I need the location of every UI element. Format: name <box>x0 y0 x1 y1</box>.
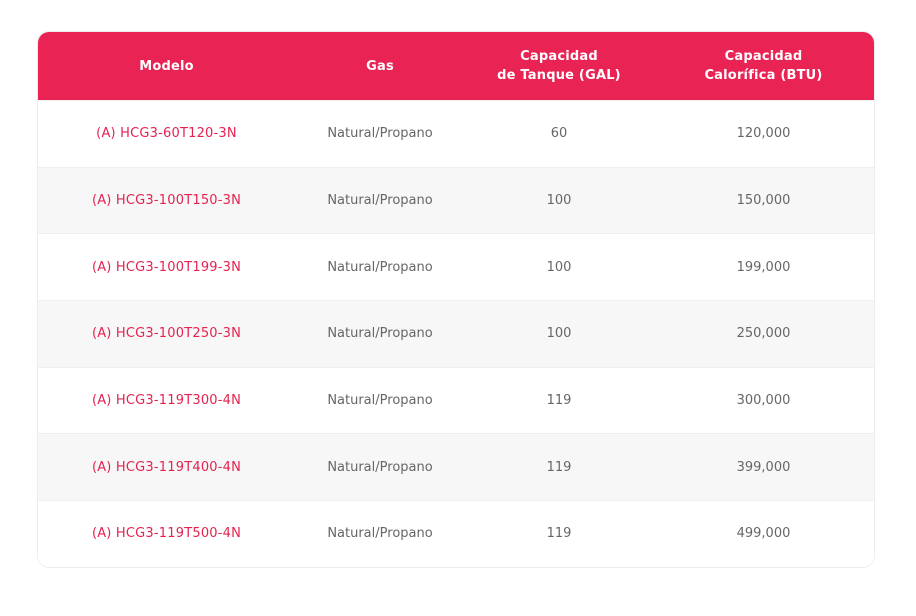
cell-gas: Natural/Propano <box>327 126 433 142</box>
cell-gas: Natural/Propano <box>327 526 433 542</box>
cell-modelo: (A) HCG3-119T300-4N <box>91 393 242 409</box>
table-row: (A) HCG3-119T300-4N Natural/Propano 119 … <box>38 366 874 434</box>
cell-gas: Natural/Propano <box>327 393 433 409</box>
cell-modelo: (A) HCG3-100T199-3N <box>91 259 242 275</box>
cell-gas: Natural/Propano <box>327 459 433 475</box>
table-row: (A) HCG3-100T150-3N Natural/Propano 100 … <box>38 166 874 234</box>
cell-btu: 499,000 <box>736 526 791 542</box>
cell-tanque: 119 <box>546 526 572 542</box>
table-row: (A) HCG3-100T199-3N Natural/Propano 100 … <box>38 233 874 301</box>
header-gas: Gas <box>366 58 394 74</box>
table-body: (A) HCG3-60T120-3N Natural/Propano 60 12… <box>38 100 874 567</box>
cell-btu: 399,000 <box>736 459 791 475</box>
cell-modelo: (A) HCG3-60T120-3N <box>96 126 237 142</box>
cell-btu: 150,000 <box>736 193 791 209</box>
cell-tanque: 119 <box>546 459 572 475</box>
cell-btu: 250,000 <box>736 326 791 342</box>
cell-tanque: 100 <box>546 193 572 209</box>
header-capacidad-tanque: Capacidad de Tanque (GAL) <box>497 49 621 83</box>
cell-modelo: (A) HCG3-100T150-3N <box>91 193 242 209</box>
header-capacidad-calorifica: Capacidad Calorífica (BTU) <box>704 49 823 83</box>
cell-btu: 199,000 <box>736 259 791 275</box>
cell-tanque: 119 <box>546 393 572 409</box>
cell-gas: Natural/Propano <box>327 259 433 275</box>
cell-modelo: (A) HCG3-119T400-4N <box>91 459 242 475</box>
cell-tanque: 60 <box>550 126 568 142</box>
cell-tanque: 100 <box>546 259 572 275</box>
cell-modelo: (A) HCG3-100T250-3N <box>91 326 242 342</box>
table-header-row: Modelo Gas Capacidad de Tanque (GAL) Cap… <box>38 32 874 100</box>
table-row: (A) HCG3-60T120-3N Natural/Propano 60 12… <box>38 100 874 167</box>
table-row: (A) HCG3-119T400-4N Natural/Propano 119 … <box>38 433 874 501</box>
cell-gas: Natural/Propano <box>327 193 433 209</box>
cell-gas: Natural/Propano <box>327 326 433 342</box>
cell-btu: 120,000 <box>736 126 791 142</box>
cell-tanque: 100 <box>546 326 572 342</box>
table-row: (A) HCG3-119T500-4N Natural/Propano 119 … <box>38 500 874 567</box>
product-table: Modelo Gas Capacidad de Tanque (GAL) Cap… <box>37 31 875 568</box>
cell-modelo: (A) HCG3-119T500-4N <box>91 526 242 542</box>
cell-btu: 300,000 <box>736 393 791 409</box>
header-modelo: Modelo <box>139 58 194 74</box>
table-row: (A) HCG3-100T250-3N Natural/Propano 100 … <box>38 300 874 367</box>
